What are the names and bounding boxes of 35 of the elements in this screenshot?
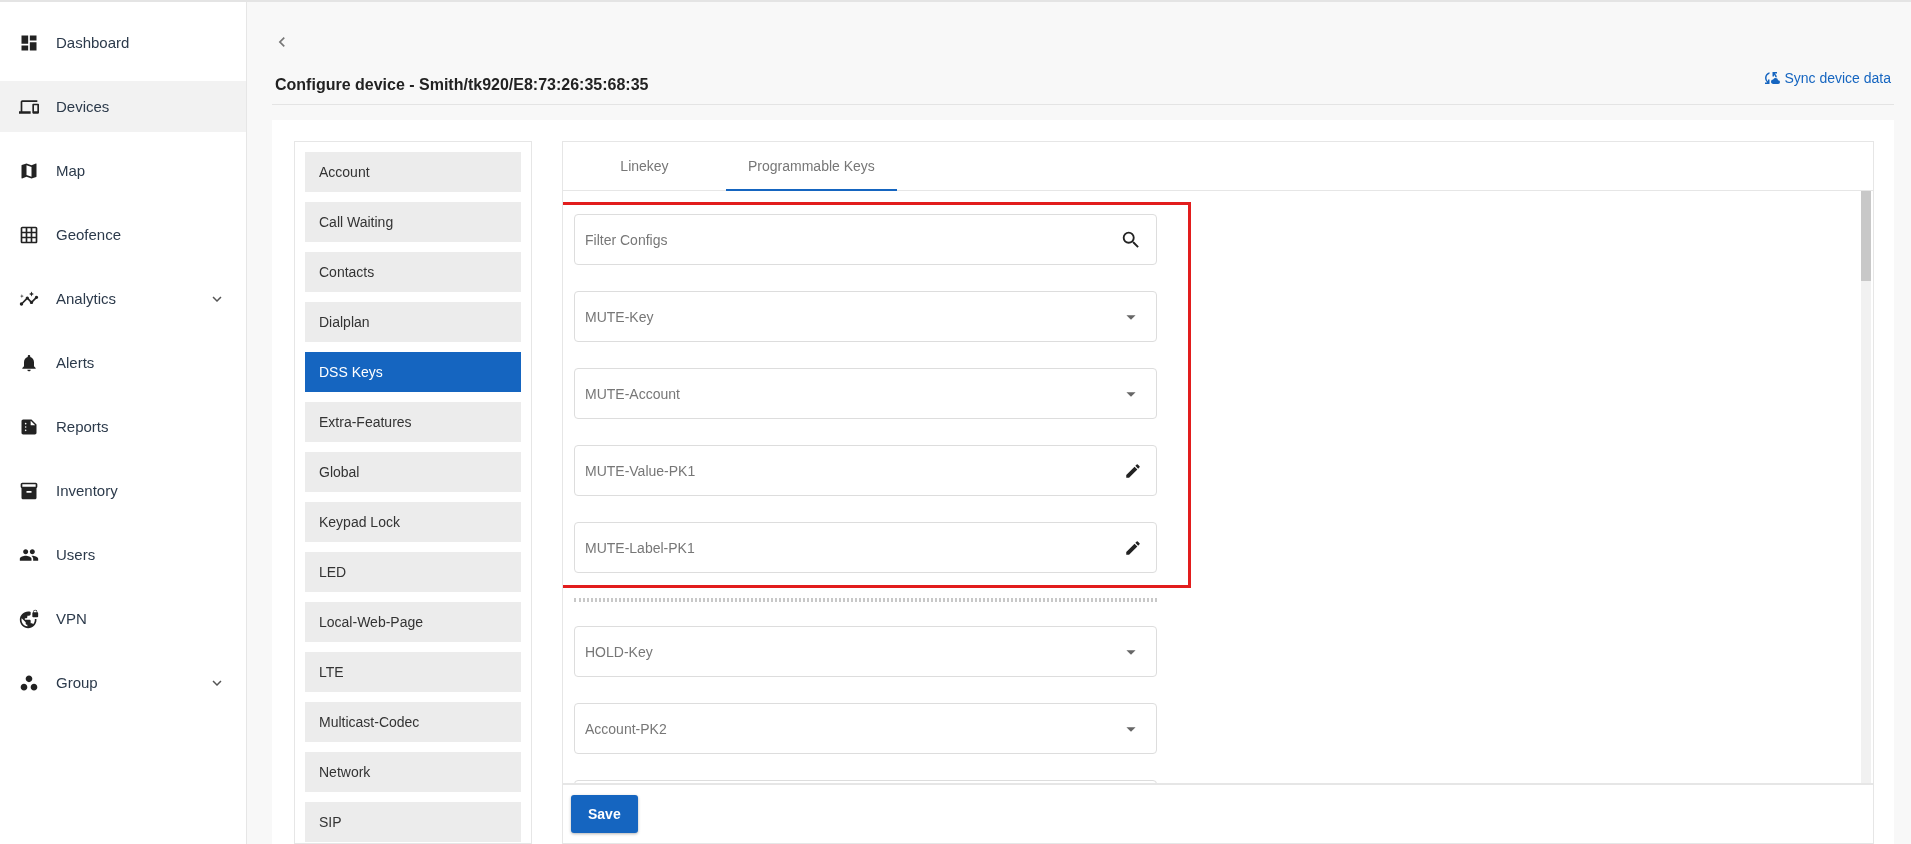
nav-item[interactable]: Devices <box>0 81 246 132</box>
section-item[interactable]: Multicast-Codec <box>305 702 521 742</box>
tab[interactable]: Linekey <box>563 142 726 191</box>
section-item[interactable]: Extra-Features <box>305 402 521 442</box>
page-title: Configure device - Smith/tk920/E8:73:26:35:68:35 <box>275 76 649 94</box>
section-item[interactable]: LED <box>305 552 521 592</box>
section-item[interactable]: LTE <box>305 652 521 692</box>
select-field[interactable]: MUTE-Account <box>574 368 1157 419</box>
scrollbar[interactable] <box>1861 191 1871 783</box>
select-field[interactable]: Account-PK2 <box>574 703 1157 754</box>
section-item[interactable]: Call Waiting <box>305 202 521 242</box>
section-item[interactable]: Network <box>305 752 521 792</box>
grid-icon <box>19 224 39 245</box>
section-item[interactable]: Local-Web-Page <box>305 602 521 642</box>
archive-icon <box>19 480 39 501</box>
section-item[interactable]: Account <box>305 152 521 192</box>
section-item[interactable]: Dialplan <box>305 302 521 342</box>
input-field[interactable]: MUTE-Label-PK1 <box>574 522 1157 573</box>
tab[interactable]: Programmable Keys <box>726 142 897 191</box>
section-item[interactable]: DSS Keys <box>305 352 521 392</box>
section-item[interactable]: Global <box>305 452 521 492</box>
select-field[interactable]: MUTE-Key <box>574 291 1157 342</box>
pencil-icon[interactable] <box>1124 538 1142 557</box>
bell-icon <box>19 352 39 373</box>
save-button[interactable]: Save <box>571 795 638 833</box>
input-field[interactable]: MUTE-Value-PK1 <box>574 445 1157 496</box>
search-field[interactable]: Filter Configs <box>574 214 1157 265</box>
section-item[interactable]: SIP <box>305 802 521 842</box>
section-item[interactable]: Contacts <box>305 252 521 292</box>
section-item[interactable]: Keypad Lock <box>305 502 521 542</box>
globe-lock-icon <box>19 608 39 629</box>
pencil-icon[interactable] <box>1124 461 1142 480</box>
cloud-sync-icon <box>1762 69 1781 87</box>
sync-link[interactable]: Sync device data <box>1762 69 1891 87</box>
select-field[interactable]: HOLD-Key <box>574 626 1157 677</box>
